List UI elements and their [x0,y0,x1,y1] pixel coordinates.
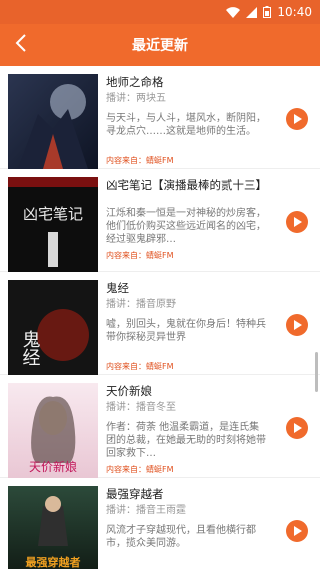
book-source: 内容来自：蜻蜓FM [106,362,174,371]
book-cover [8,74,98,169]
play-icon [294,320,302,330]
chevron-left-icon [15,34,27,56]
play-button[interactable] [286,417,308,439]
book-description: 作者：荷荼 他温柔霸道，是连氏集团的总裁，在她最无助的时刻将她带回家救下… [106,422,266,459]
book-title: 地师之命格 [106,75,164,89]
back-button[interactable] [8,32,34,58]
book-cover: 天价新娘 [8,383,98,478]
book-source: 内容来自：蜻蜓FM [106,465,174,474]
cover-text: 鬼经 [20,330,41,366]
play-button[interactable] [286,108,308,130]
play-icon [294,217,302,227]
book-info: 凶宅笔记【演播最棒的贰十三】 江烁和秦一恒是一对神秘的炒房客，他们低价购买这些远… [98,177,313,271]
book-title: 鬼经 [106,281,129,295]
status-time: 10:40 [277,5,312,19]
play-icon [294,114,302,124]
book-narrator: 播讲：播音原野 [106,299,176,310]
signal-icon [246,6,258,18]
book-list: 地师之命格 播讲：两块五 与天斗，与人斗，堪风水，断阴阳，寻龙点穴……这就是地师… [0,66,320,569]
play-button[interactable] [286,211,308,233]
play-icon [294,526,302,536]
book-info: 鬼经 播讲：播音原野 嘘，别回头，鬼就在你身后！特种兵带你探秘灵异世界 内容来自… [98,280,312,374]
book-info: 天价新娘 播讲：播音冬至 作者：荷荼 他温柔霸道，是连氏集团的总裁，在她最无助的… [98,383,312,477]
book-info: 最强穿越者 播讲：播音王雨霆 风流才子穿越现代，且看他横行都市，揽众美同游。 [98,486,312,569]
book-narrator: 播讲：播音王雨霆 [106,505,186,516]
list-item[interactable]: 天价新娘 天价新娘 播讲：播音冬至 作者：荷荼 他温柔霸道，是连氏集团的总裁，在… [0,375,320,478]
cover-text: 最强穿越者 [26,555,81,569]
status-bar: 10:40 [0,0,320,24]
book-info: 地师之命格 播讲：两块五 与天斗，与人斗，堪风水，断阴阳，寻龙点穴……这就是地师… [98,74,312,168]
list-item[interactable]: 最强穿越者 最强穿越者 播讲：播音王雨霆 风流才子穿越现代，且看他横行都市，揽众… [0,478,320,569]
cover-text: 天价新娘 [29,459,77,474]
page-title: 最近更新 [132,38,188,54]
play-button[interactable] [286,520,308,542]
play-button[interactable] [286,314,308,336]
book-cover: 凶宅笔记 [8,177,98,272]
scrollbar[interactable] [315,352,318,392]
book-narrator: 播讲：两块五 [106,93,166,104]
book-description: 与天斗，与人斗，堪风水，断阴阳，寻龙点穴……这就是地师的生活。 [106,113,266,137]
book-cover: 最强穿越者 [8,486,98,569]
wifi-icon [226,6,241,18]
top-bar: 最近更新 [0,24,320,66]
book-title: 凶宅笔记【演播最棒的贰十三】 [106,178,267,192]
play-icon [294,423,302,433]
book-title: 天价新娘 [106,384,152,398]
list-item[interactable]: 鬼经 鬼经 播讲：播音原野 嘘，别回头，鬼就在你身后！特种兵带你探秘灵异世界 内… [0,272,320,375]
list-item[interactable]: 凶宅笔记 凶宅笔记【演播最棒的贰十三】 江烁和秦一恒是一对神秘的炒房客，他们低价… [0,169,320,272]
book-description: 嘘，别回头，鬼就在你身后！特种兵带你探秘灵异世界 [106,319,266,343]
list-item[interactable]: 地师之命格 播讲：两块五 与天斗，与人斗，堪风水，断阴阳，寻龙点穴……这就是地师… [0,66,320,169]
book-source: 内容来自：蜻蜓FM [106,156,174,165]
book-cover: 鬼经 [8,280,98,375]
battery-icon [263,6,272,18]
book-title: 最强穿越者 [106,487,164,501]
book-source: 内容来自：蜻蜓FM [106,251,174,260]
cover-text: 凶宅笔记 [23,205,83,223]
book-narrator: 播讲：播音冬至 [106,402,176,413]
book-description: 江烁和秦一恒是一对神秘的炒房客，他们低价购买这些远近闻名的凶宅，经过驱鬼辟邪… [106,208,266,245]
book-description: 风流才子穿越现代，且看他横行都市，揽众美同游。 [106,525,256,549]
